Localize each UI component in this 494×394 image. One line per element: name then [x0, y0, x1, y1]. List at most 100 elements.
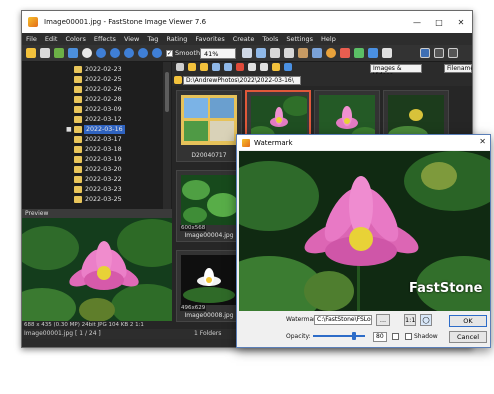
position-icon[interactable]: ◯	[420, 314, 432, 326]
delete-icon[interactable]	[236, 63, 244, 71]
app-icon	[28, 17, 38, 27]
previous-icon[interactable]	[82, 48, 92, 58]
tree-item[interactable]: 2022-02-28	[22, 95, 172, 104]
menu-favorites[interactable]: Favorites	[191, 35, 228, 43]
thumbnail-image	[181, 255, 237, 305]
layout-2-icon[interactable]	[434, 48, 444, 58]
select-all-icon[interactable]	[248, 63, 256, 71]
minimize-button[interactable]: —	[406, 11, 428, 33]
tree-item[interactable]: 2022-03-18	[22, 145, 172, 154]
tree-item[interactable]: 2022-03-17	[22, 135, 172, 144]
menu-tools[interactable]: Tools	[258, 35, 282, 43]
first-icon[interactable]	[96, 48, 106, 58]
path-input[interactable]: D:\AndrewPhotos\2022\2022-03-16\	[183, 76, 301, 85]
smooth-checkbox[interactable]: ✓	[166, 50, 173, 57]
thumbnail-item[interactable]: D20040717	[176, 90, 242, 162]
tree-item[interactable]: 2022-03-19	[22, 155, 172, 164]
title-bar: Image00001.jpg - FastStone Image Viewer …	[22, 11, 472, 33]
tree-item[interactable]: 2022-03-09	[22, 105, 172, 114]
thumbnail-caption: Image00004.jpg	[184, 232, 234, 239]
menu-edit[interactable]: Edit	[41, 35, 62, 43]
last-icon[interactable]	[138, 48, 148, 58]
watermark-image-field[interactable]: C:\FastStone\FSLogo...	[314, 315, 372, 325]
copy-icon[interactable]	[212, 63, 220, 71]
folder-up-icon[interactable]	[188, 63, 196, 71]
open-folder-icon[interactable]	[26, 48, 36, 58]
menu-settings[interactable]: Settings	[282, 35, 317, 43]
open-file-icon[interactable]	[40, 48, 50, 58]
shadow-checkbox[interactable]	[405, 333, 412, 340]
tree-item[interactable]: 2022-02-25	[22, 75, 172, 84]
crop-icon[interactable]	[298, 48, 308, 58]
cancel-button[interactable]: Cancel	[449, 331, 487, 343]
menu-tag[interactable]: Tag	[143, 35, 162, 43]
menu-create[interactable]: Create	[229, 35, 259, 43]
dialog-close-button[interactable]: ✕	[479, 137, 486, 146]
new-folder-icon[interactable]	[200, 63, 208, 71]
favorites-icon[interactable]	[272, 63, 280, 71]
back-arrow-icon[interactable]	[176, 63, 184, 71]
opacity-slider[interactable]	[313, 335, 365, 337]
file-filter-select[interactable]: Images & Videos	[370, 64, 422, 79]
lily-pads-thumbnail	[181, 175, 237, 225]
opacity-input[interactable]: 80	[373, 332, 387, 342]
tree-item[interactable]: 2022-02-26	[22, 85, 172, 94]
fullscreen-icon[interactable]	[382, 48, 392, 58]
fit-icon[interactable]	[242, 48, 252, 58]
forward-icon[interactable]	[124, 48, 134, 58]
tree-item[interactable]: 2022-03-23	[22, 185, 172, 194]
back-icon[interactable]	[110, 48, 120, 58]
move-icon[interactable]	[224, 63, 232, 71]
thumbnail-dimensions: 496x629	[180, 305, 207, 311]
path-row: D:\AndrewPhotos\2022\2022-03-16\	[172, 74, 472, 86]
email-icon[interactable]	[368, 48, 378, 58]
zoom-in-icon[interactable]	[152, 48, 162, 58]
menu-rating[interactable]: Rating	[162, 35, 191, 43]
dialog-title: Watermark	[254, 138, 293, 147]
color-icon[interactable]	[340, 48, 350, 58]
opacity-slider-thumb[interactable]	[352, 332, 356, 340]
tree-item[interactable]: 2022-03-12	[22, 115, 172, 124]
lotus-preview-image	[22, 218, 172, 321]
resize-icon[interactable]	[312, 48, 322, 58]
save-icon[interactable]	[54, 48, 64, 58]
tree-item[interactable]: 2022-03-25	[22, 195, 172, 204]
expand-icon[interactable]: ■	[66, 125, 72, 134]
menu-help[interactable]: Help	[317, 35, 340, 43]
menu-effects[interactable]: Effects	[90, 35, 120, 43]
menu-view[interactable]: View	[120, 35, 143, 43]
dialog-title-bar: Watermark	[237, 135, 490, 150]
layout-3-icon[interactable]	[448, 48, 458, 58]
thumbnail-item[interactable]: 600x568 Image00004.jpg	[176, 170, 242, 242]
thumbnail-item[interactable]: 496x629 Image00008.jpg	[176, 250, 242, 322]
close-button[interactable]: ✕	[450, 11, 472, 33]
rotate-right-icon[interactable]	[284, 48, 294, 58]
slideshow-icon[interactable]	[354, 48, 364, 58]
tree-scrollbar[interactable]	[163, 62, 171, 210]
tree-item[interactable]: 2022-02-23	[22, 65, 172, 74]
menu-colors[interactable]: Colors	[61, 35, 89, 43]
tree-item[interactable]: 2022-03-22	[22, 175, 172, 184]
ok-button[interactable]: OK	[449, 315, 487, 327]
menu-file[interactable]: File	[22, 35, 41, 43]
browse-button[interactable]: ...	[376, 314, 390, 326]
layout-1-icon[interactable]	[420, 48, 430, 58]
opacity-stepper[interactable]	[392, 333, 399, 340]
zoom-select[interactable]: 41%	[200, 48, 236, 59]
thumbnail-caption: D20040717	[191, 152, 227, 159]
sort-select[interactable]: Filename	[444, 64, 472, 73]
maximize-button[interactable]: □	[428, 11, 450, 33]
brightness-icon[interactable]	[326, 48, 336, 58]
smooth-label: Smooth	[175, 49, 201, 57]
actual-size-icon[interactable]	[256, 48, 266, 58]
rotate-left-icon[interactable]	[270, 48, 280, 58]
view-mode-icon[interactable]	[260, 63, 268, 71]
scroll-thumb[interactable]	[165, 72, 169, 112]
tree-item[interactable]: 2022-03-20	[22, 165, 172, 174]
tree-item-selected[interactable]: ■ 2022-03-16	[22, 125, 172, 134]
folder-icon	[74, 176, 82, 183]
ratio-button[interactable]: 1:1	[404, 314, 416, 326]
refresh-icon[interactable]	[284, 63, 292, 71]
shadow-label: Shadow	[414, 333, 438, 340]
print-icon[interactable]	[68, 48, 78, 58]
